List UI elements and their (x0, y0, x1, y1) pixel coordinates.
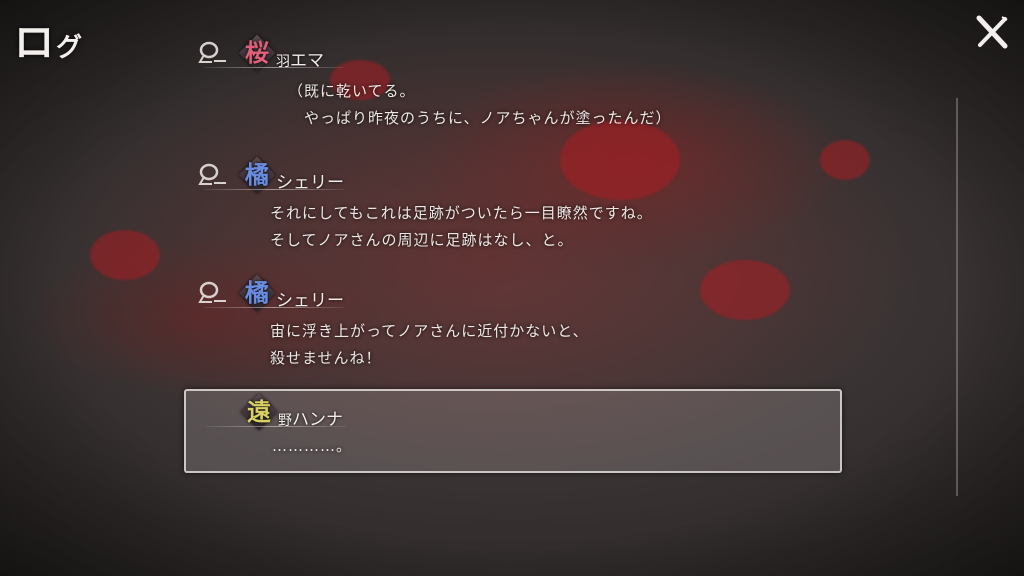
speaker-row: 遠 野ハンナ (200, 393, 840, 431)
speaker-kanji: 遠 (247, 397, 271, 426)
speaker-row: 橘 シェリー (198, 156, 838, 194)
dialogue-text: それにしてもこれは足跡がついたら一目瞭然ですね。 そしてノアさんの周辺に足跡はな… (270, 204, 653, 249)
speaker-kanji: 橘 (245, 160, 269, 189)
log-entry: 桜 羽エマ （既に乾いてる。 やっぱり昨夜のうちに、ノアちゃんが塗ったんだ） (198, 34, 838, 132)
log-entry: 橘 シェリー 宙に浮き上がってノアさんに近付かないと、 殺せませんね！ (198, 274, 838, 372)
speaker-row: 桜 羽エマ (198, 34, 838, 72)
speaker-row: 橘 シェリー (198, 274, 838, 312)
voice-replay-icon[interactable] (198, 280, 228, 306)
close-button[interactable] (974, 14, 1010, 50)
speaker-kanji: 桜 (245, 38, 269, 67)
log-title-small: グ (56, 33, 85, 63)
scrollbar[interactable] (956, 98, 958, 496)
speaker-kanji: 橘 (245, 278, 269, 307)
dialogue-text: （既に乾いてる。 やっぱり昨夜のうちに、ノアちゃんが塗ったんだ） (288, 82, 672, 127)
speaker-kanji-badge: 遠 (240, 393, 278, 431)
voice-replay-icon[interactable] (198, 40, 228, 66)
log-entry-selected[interactable]: 遠 野ハンナ …………。 (184, 389, 842, 473)
log-title: ログ (14, 10, 84, 68)
speaker-kanji-badge: 橘 (238, 274, 276, 312)
dialogue-text: 宙に浮き上がってノアさんに近付かないと、 殺せませんね！ (270, 322, 589, 367)
speaker-kanji-badge: 橘 (238, 156, 276, 194)
log-entry: 橘 シェリー それにしてもこれは足跡がついたら一目瞭然ですね。 そしてノアさんの… (198, 156, 838, 254)
log-title-main: ロ (14, 19, 56, 66)
dialogue-text: …………。 (272, 437, 353, 455)
speaker-kanji-badge: 桜 (238, 34, 276, 72)
voice-replay-icon[interactable] (198, 162, 228, 188)
close-x-icon (976, 15, 1008, 49)
